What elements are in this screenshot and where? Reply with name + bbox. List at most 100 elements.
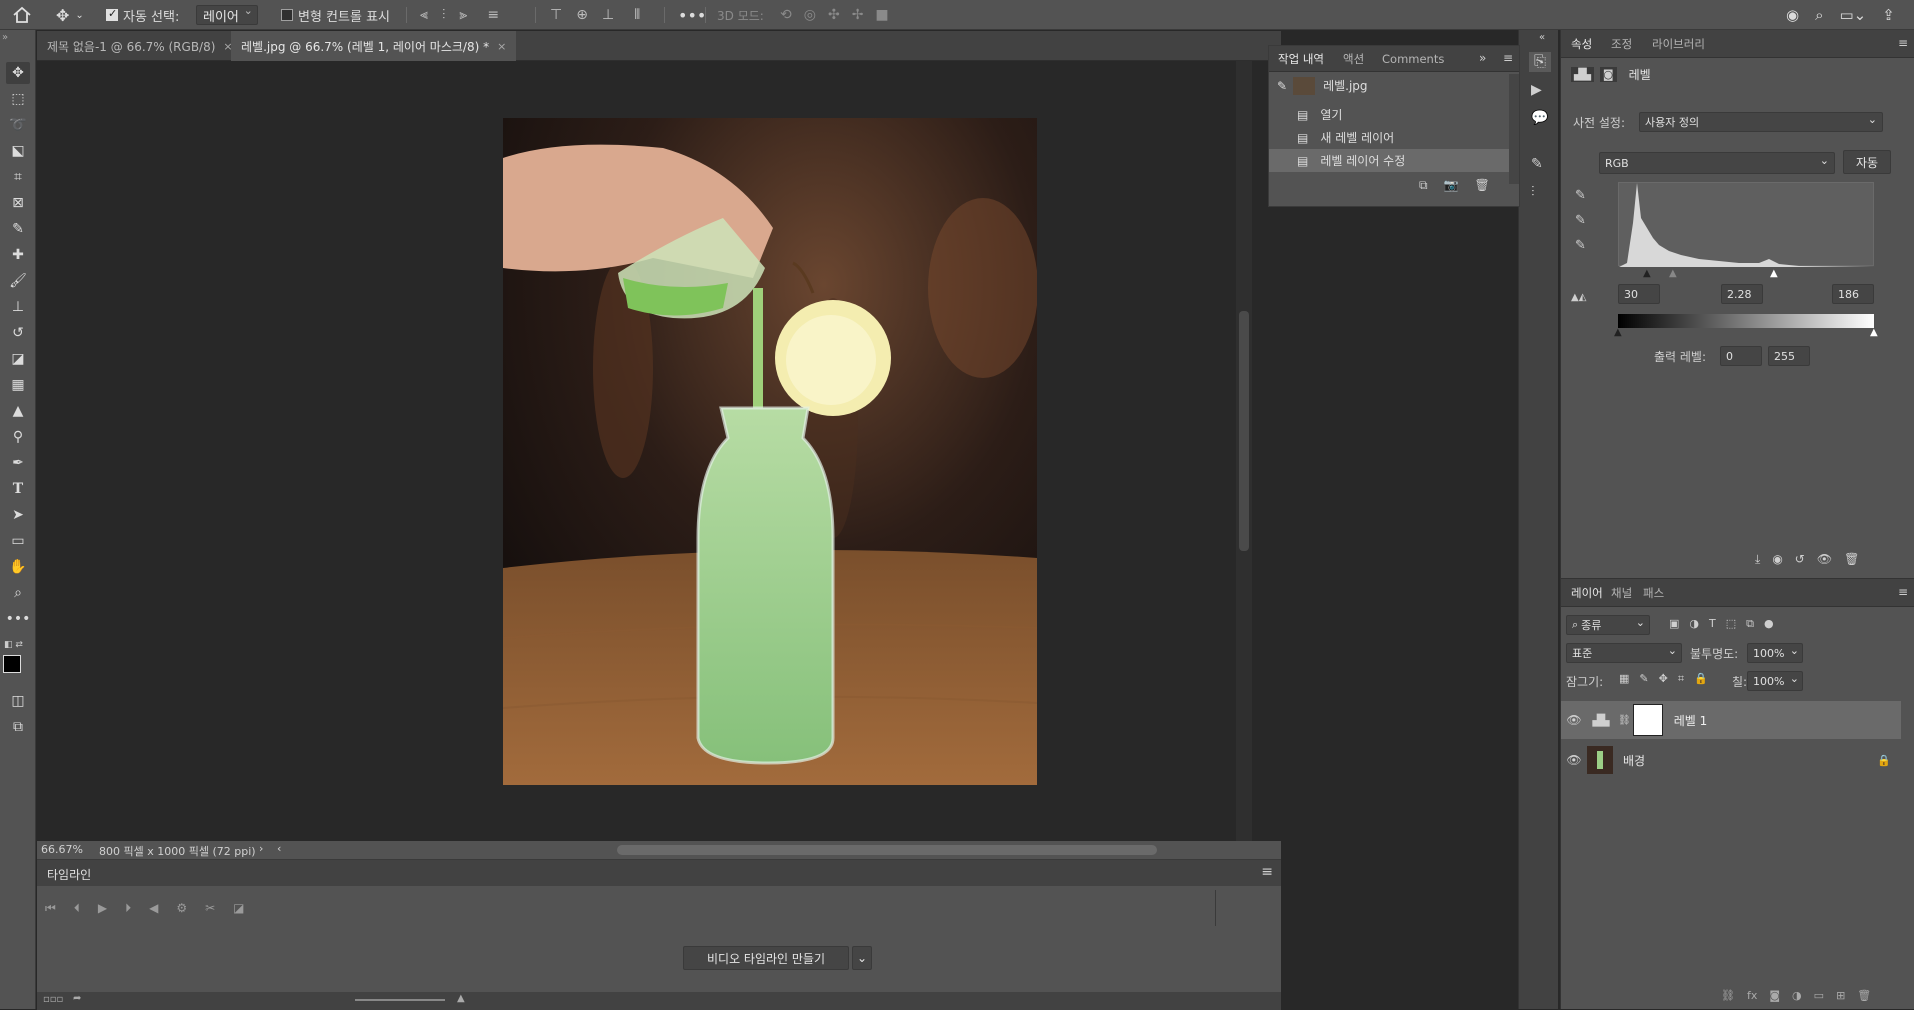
move-tool-preset[interactable]: ✥ ⌄ [56, 0, 84, 30]
transform-controls-checkbox[interactable]: 변형 컨트롤 표시 [281, 0, 390, 30]
history-state[interactable]: ▤ 열기 [1269, 103, 1509, 126]
collapse-toolbar-icon[interactable]: » [2, 32, 8, 43]
hand-tool[interactable]: ✋ [6, 556, 30, 578]
tab-comments[interactable]: Comments [1382, 46, 1444, 72]
vertical-scroll-thumb[interactable] [1239, 311, 1249, 551]
history-state-selected[interactable]: ▤ 레벨 레이어 수정 [1269, 149, 1509, 172]
render-icon[interactable]: ➦ [73, 993, 81, 1004]
zoom-tool[interactable]: ⌕ [6, 582, 30, 604]
fill-field[interactable]: 100% ⌄ [1747, 671, 1803, 691]
transition-icon[interactable]: ◪ [233, 901, 244, 915]
auto-select-target-dropdown[interactable]: 레이어 [196, 4, 258, 25]
canvas-area[interactable] [37, 61, 1281, 841]
black-input-slider[interactable]: ▲ [1643, 268, 1651, 279]
tab-adjustments[interactable]: 조정 [1611, 30, 1632, 58]
tab-paths[interactable]: 패스 [1643, 579, 1664, 607]
tab-actions[interactable]: 액션 [1343, 46, 1364, 72]
align-top-icon[interactable]: ⊤ [550, 7, 562, 23]
filter-adjustment-icon[interactable]: ◑ [1689, 617, 1699, 631]
lock-all-icon[interactable]: 🔒 [1694, 672, 1708, 686]
prev-frame-icon[interactable]: ⏴ [74, 901, 80, 916]
history-snapshot[interactable]: ✎ 레벨.jpg [1269, 74, 1509, 97]
more-options-button[interactable]: ••• [678, 0, 706, 30]
auto-button[interactable]: 자동 [1843, 150, 1891, 174]
edit-toolbar[interactable]: ••• [6, 608, 31, 630]
input-gamma-field[interactable]: 2.28 [1721, 284, 1763, 304]
type-tool[interactable]: T [6, 478, 30, 500]
frame-tool[interactable]: ⊠ [6, 192, 30, 214]
trash-icon[interactable]: 🗑 [1844, 552, 1859, 567]
eraser-tool[interactable]: ◪ [6, 348, 30, 370]
search-icon[interactable]: ⌕ [1815, 6, 1823, 24]
gamma-input-slider[interactable]: ▲ [1669, 268, 1677, 279]
channel-dropdown[interactable]: RGB ⌄ [1599, 152, 1835, 174]
layer-row[interactable]: 👁 배경 🔒 [1561, 741, 1901, 779]
layer-name[interactable]: 배경 [1623, 752, 1645, 769]
lock-position-icon[interactable]: ✥ [1659, 672, 1668, 686]
tab-layers[interactable]: 레이어 [1571, 579, 1603, 607]
adjustment-layer-icon[interactable]: ◑ [1792, 989, 1802, 1002]
white-output-slider[interactable]: ▲ [1870, 327, 1878, 338]
history-dock-icon[interactable]: ⎘ [1529, 52, 1551, 72]
eye-icon[interactable]: 👁 [1561, 753, 1587, 767]
auto-select-checkbox[interactable]: 자동 선택: [106, 0, 179, 30]
filter-pixel-icon[interactable]: ▣ [1669, 617, 1679, 631]
layer-mask-thumbnail[interactable] [1632, 704, 1663, 736]
history-scrollbar[interactable] [1509, 74, 1519, 184]
lock-artboard-icon[interactable]: ⌗ [1678, 672, 1684, 686]
clipping-warning-icon[interactable]: ▲◭ [1571, 292, 1586, 303]
history-state[interactable]: ▤ 새 레벨 레이어 [1269, 126, 1509, 149]
trash-icon[interactable]: 🗑 [1857, 989, 1871, 1002]
first-frame-icon[interactable]: ⏮ [45, 901, 56, 916]
home-button[interactable] [12, 0, 32, 30]
path-select-tool[interactable]: ➤ [6, 504, 30, 526]
filter-type-icon[interactable]: T [1709, 617, 1716, 631]
chevron-left-icon[interactable]: ‹ [277, 842, 281, 855]
audio-icon[interactable]: ◀ [149, 901, 158, 915]
black-output-slider[interactable]: ▲ [1614, 327, 1622, 338]
visibility-icon[interactable]: 👁 [1817, 552, 1832, 567]
align-left-icon[interactable]: ⫷ [420, 7, 428, 23]
tab-history[interactable]: 작업 내역 [1278, 46, 1324, 72]
timeline-title[interactable]: 타임라인 [47, 866, 91, 883]
eye-icon[interactable]: 👁 [1561, 713, 1587, 727]
white-point-eyedropper-icon[interactable]: ✎ [1575, 238, 1586, 253]
layer-row-selected[interactable]: 👁 ▟▙ ⛓ 레벨 1 [1561, 701, 1901, 739]
link-layers-icon[interactable]: ⛓ [1721, 989, 1735, 1002]
stamp-tool[interactable]: ⊥ [6, 296, 30, 318]
next-frame-icon[interactable]: ⏵ [125, 901, 131, 916]
zoom-in-icon[interactable]: ▲ [457, 993, 465, 1004]
blend-mode-dropdown[interactable]: 표준 ⌄ [1566, 643, 1682, 663]
new-layer-icon[interactable]: ⊞ [1836, 989, 1845, 1002]
view-previous-icon[interactable]: ◉ [1772, 552, 1782, 567]
panel-menu-icon[interactable]: ≡ [1261, 864, 1273, 880]
object-select-tool[interactable]: ⬕ [6, 140, 30, 162]
pen-tool[interactable]: ✒ [6, 452, 30, 474]
group-icon[interactable]: ▭ [1814, 989, 1824, 1002]
lock-pixels-icon[interactable]: ✎ [1639, 672, 1648, 686]
brush-tool[interactable]: 🖌 [6, 270, 30, 292]
move-tool[interactable]: ✥ [6, 62, 30, 84]
black-point-eyedropper-icon[interactable]: ✎ [1575, 188, 1586, 203]
quick-mask-button[interactable]: ◫ [6, 690, 30, 712]
panel-menu-icon[interactable]: ≡ [1898, 585, 1908, 599]
marquee-tool[interactable]: ⬚ [6, 88, 30, 110]
align-center-h-icon[interactable]: ⫶ [442, 7, 446, 23]
split-icon[interactable]: ✂ [205, 901, 215, 915]
actions-dock-icon[interactable]: ▶ [1531, 82, 1542, 98]
adjust-dock-icon[interactable]: ⫶ [1531, 184, 1535, 200]
create-video-timeline-button[interactable]: 비디오 타임라인 만들기 [683, 946, 849, 970]
panel-menu-icon[interactable]: ≡ [1503, 51, 1513, 65]
layer-name[interactable]: 레벨 1 [1674, 712, 1708, 729]
dodge-tool[interactable]: ⚲ [6, 426, 30, 448]
eyedropper-tool[interactable]: ✎ [6, 218, 30, 240]
share-icon[interactable]: ⇪ [1882, 6, 1895, 24]
input-white-field[interactable]: 186 [1832, 284, 1874, 304]
crop-tool[interactable]: ⌗ [6, 166, 30, 188]
tab-properties[interactable]: 속성 [1571, 30, 1592, 58]
gradient-tool[interactable]: ▦ [6, 374, 30, 396]
clip-to-layer-icon[interactable]: ⤓ [1755, 552, 1760, 567]
slide-3d-icon[interactable]: ✢ [852, 7, 864, 23]
comments-dock-icon[interactable]: 💬 [1531, 110, 1548, 126]
document-tab[interactable]: 제목 없음-1 @ 66.7% (RGB/8) × [37, 31, 243, 61]
